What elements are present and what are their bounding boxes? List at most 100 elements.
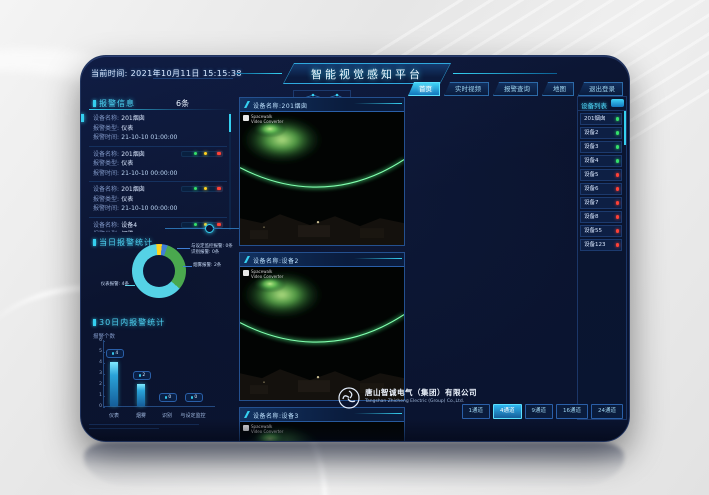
y-tick: 4	[89, 360, 102, 365]
channel-button[interactable]: 1通道	[462, 404, 491, 419]
device-list-item[interactable]: 设备5	[580, 169, 622, 181]
dashboard-reflection	[84, 442, 624, 488]
device-name: 设备5	[584, 172, 599, 178]
video-watermark: Spacewalk Video Converter	[243, 115, 283, 124]
dashboard-panel: 当前时间: 2021年10月11日 15:15:38 智能视觉感知平台 首页实时…	[80, 55, 630, 442]
video-tile-header: 设备名称:设备2	[240, 253, 404, 267]
alarm-status-indicator	[181, 151, 223, 157]
alarm-type-label: 报警类型:	[93, 160, 119, 167]
scrollbar-thumb[interactable]	[229, 114, 231, 132]
device-name: 设备2	[584, 130, 599, 136]
nav-tab[interactable]: 报警查询	[493, 82, 538, 96]
status-dot	[616, 187, 620, 191]
video-feed: Spacewalk Video Converter	[240, 267, 404, 400]
device-list-toggle-button[interactable]	[611, 99, 624, 107]
nav-tab[interactable]: 实时视频	[444, 82, 489, 96]
company-name-cn: 唐山智诚电气（集团）有限公司	[365, 387, 477, 398]
alarm-time-value: 21-10-10 01:00:00	[121, 134, 177, 141]
device-list-item[interactable]: 设备6	[580, 183, 622, 195]
bar-1	[110, 362, 118, 406]
channel-button[interactable]: 4通道	[493, 404, 522, 419]
alarm-status-indicator	[181, 186, 223, 192]
nav-tab[interactable]: 地图	[542, 82, 574, 96]
donut-label-meter: 仪表报警: 4条	[85, 282, 129, 288]
channel-button[interactable]: 24通道	[591, 404, 623, 419]
watermark-line2: Video Converter	[251, 274, 283, 279]
nav-tabs: 首页 实时视频报警查询 地图 退出登录	[408, 82, 623, 96]
monthly-stats-title: 30日内报警统计	[93, 317, 165, 328]
bar-value-pill: 0	[159, 393, 177, 402]
channel-button[interactable]: 16通道	[556, 404, 588, 419]
device-list-item[interactable]: 设备3	[580, 141, 622, 153]
video-feed: Spacewalk Video Converter	[240, 112, 404, 245]
alarm-type-label: 报警类型:	[93, 231, 119, 232]
device-list-panel: 设备列表 201烟囱设备2 设备3 设备4 设备5 设备6 设备7 设备8 设备55 设备123	[577, 96, 627, 420]
alarm-list-scrollbar[interactable]	[229, 112, 231, 230]
device-name: 设备7	[584, 200, 599, 206]
night-scene	[240, 267, 404, 400]
status-dot	[616, 201, 620, 205]
y-tick: 2	[89, 382, 102, 387]
nav-tab[interactable]: 首页	[408, 82, 440, 96]
header-line	[153, 78, 233, 79]
night-scene	[240, 112, 404, 245]
x-tick-label: 与设定监控	[176, 412, 210, 419]
status-dot	[616, 229, 620, 233]
status-dot	[616, 145, 620, 149]
device-list-scrollbar[interactable]	[624, 111, 626, 145]
y-tick: 0	[89, 404, 102, 409]
device-name-label: 设备名称:	[93, 151, 119, 158]
alarm-list-item[interactable]: 设备名称: 201烟囱 报警类型: 仪表 报警时间: 21-10-10 00:0…	[89, 182, 227, 218]
device-list-header: 设备列表	[578, 97, 626, 111]
today-alarm-donut-chart	[132, 244, 186, 298]
device-name-value: 201烟囱	[121, 186, 144, 193]
y-tick: 6	[89, 338, 102, 343]
alarm-list-item[interactable]: 设备名称: 201烟囱 报警类型: 仪表 报警时间: 21-10-10 00:0…	[89, 147, 227, 183]
device-list-item[interactable]: 201烟囱	[580, 113, 622, 125]
device-list-item[interactable]: 设备2	[580, 127, 622, 139]
nav-tab-label: 首页	[419, 85, 432, 93]
device-list-item[interactable]: 设备123	[580, 239, 622, 251]
device-name: 设备6	[584, 186, 599, 192]
nav-tab-label: 地图	[553, 85, 566, 93]
status-dot	[616, 117, 620, 121]
device-list-item[interactable]: 设备55	[580, 225, 622, 237]
donut-label-smoke: 烟雾报警: 2条	[193, 263, 221, 269]
status-dot	[616, 243, 620, 247]
device-name-label: 设备名称:	[93, 186, 119, 193]
device-name-value: 设备4	[121, 222, 137, 229]
device-list-item[interactable]: 设备8	[580, 211, 622, 223]
nav-tab[interactable]: 退出登录	[578, 82, 623, 96]
device-list-item[interactable]: 设备7	[580, 197, 622, 209]
device-name: 设备4	[584, 158, 599, 164]
channel-button-label: 4通道	[500, 408, 515, 414]
alarm-time-label: 报警时间:	[93, 170, 119, 177]
channel-button-label: 9通道	[532, 408, 547, 414]
video-tile[interactable]: 设备名称:201烟囱 Spacewalk Video Conve	[239, 97, 405, 246]
x-axis	[103, 406, 215, 407]
watermark-icon	[243, 270, 249, 276]
video-tile[interactable]: 设备名称:设备2 Spacewalk Video Convert	[239, 252, 405, 401]
status-dot	[616, 131, 620, 135]
desktop-background: 当前时间: 2021年10月11日 15:15:38 智能视觉感知平台 首页实时…	[0, 0, 709, 495]
alarm-time-label: 报警时间:	[93, 134, 119, 141]
video-tile-header: 设备名称:201烟囱	[240, 98, 404, 112]
video-watermark: Spacewalk Video Converter	[243, 270, 283, 279]
alarm-type-value: 仪表	[121, 125, 133, 132]
red-marker	[217, 187, 221, 190]
channel-button[interactable]: 9通道	[525, 404, 554, 419]
device-list-item[interactable]: 设备4	[580, 155, 622, 167]
y-tick: 3	[89, 371, 102, 376]
bar-value-pill: 0	[185, 393, 203, 402]
status-dot	[616, 173, 620, 177]
device-name: 设备123	[584, 242, 606, 248]
alarm-list-item[interactable]: 设备名称: 201烟囱 报警类型: 仪表 报警时间: 21-10-10 01:0…	[89, 111, 227, 147]
video-grid: 设备名称:201烟囱 Spacewalk Video Conve	[239, 97, 571, 397]
leader-line	[183, 266, 192, 267]
company-name-en: Tangshan Zhicheng Electric (Group) Co.,L…	[365, 399, 464, 404]
video-device-name: 设备名称:设备2	[253, 256, 299, 265]
alarm-time-label: 报警时间:	[93, 205, 119, 212]
header-line	[453, 73, 557, 74]
divider	[89, 109, 231, 110]
watermark-icon	[243, 115, 249, 121]
